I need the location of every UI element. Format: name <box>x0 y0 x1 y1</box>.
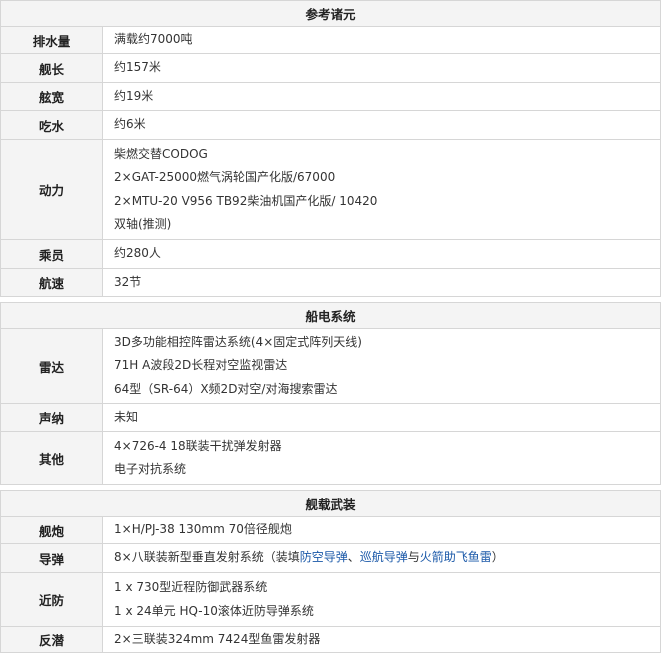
row-value: 约157米 <box>103 54 660 82</box>
value-line: 4×726-4 18联装干扰弹发射器 <box>114 438 282 453</box>
link-air-defense-missile[interactable]: 防空导弹 <box>300 550 348 564</box>
spec-row-length: 舰长 约157米 <box>0 54 661 83</box>
link-rocket-torpedo[interactable]: 火箭助飞鱼雷 <box>420 550 492 564</box>
row-value: 32节 <box>103 269 660 296</box>
row-label: 排水量 <box>1 27 103 53</box>
row-label: 导弹 <box>1 544 103 572</box>
value-line: 2×三联装324mm 7424型鱼雷发射器 <box>114 631 321 646</box>
missile-text-prefix: 8×八联装新型垂直发射系统（装填 <box>114 550 300 565</box>
row-label: 反潜 <box>1 627 103 652</box>
section-title: 参考诸元 <box>0 0 661 27</box>
closing-paren: ） <box>491 550 504 565</box>
separator-text: 、 <box>347 550 360 565</box>
row-label: 舰炮 <box>1 517 103 543</box>
section-title: 船电系统 <box>0 302 661 329</box>
value-line: 约19米 <box>114 88 154 103</box>
row-value: 柴燃交替CODOG 2×GAT-25000燃气涡轮国产化版/67000 2×MT… <box>103 140 660 239</box>
value-line: 8×八联装新型垂直发射系统（装填防空导弹、巡航导弹与火箭助飞鱼雷） <box>114 546 660 570</box>
row-value: 1 x 730型近程防御武器系统 1 x 24单元 HQ-10滚体近防导弹系统 <box>103 573 660 626</box>
row-value: 2×三联装324mm 7424型鱼雷发射器 <box>103 627 660 652</box>
value-line: 满载约7000吨 <box>114 32 193 47</box>
spec-row-speed: 航速 32节 <box>0 269 661 297</box>
value-line: 柴燃交替CODOG <box>114 146 208 161</box>
row-label: 舷宽 <box>1 83 103 110</box>
value-line: 约157米 <box>114 60 161 75</box>
row-value: 约6米 <box>103 111 660 139</box>
value-line: 约280人 <box>114 246 161 261</box>
row-label: 舰长 <box>1 54 103 82</box>
spec-row-ciws: 近防 1 x 730型近程防御武器系统 1 x 24单元 HQ-10滚体近防导弹… <box>0 573 661 627</box>
value-line: 双轴(推测) <box>114 217 172 231</box>
row-value: 约280人 <box>103 240 660 268</box>
row-value: 8×八联装新型垂直发射系统（装填防空导弹、巡航导弹与火箭助飞鱼雷） <box>103 544 660 572</box>
conjunction-text: 与 <box>407 550 420 565</box>
spec-row-missile: 导弹 8×八联装新型垂直发射系统（装填防空导弹、巡航导弹与火箭助飞鱼雷） <box>0 544 661 573</box>
value-line: 71H A波段2D长程对空监视雷达 <box>114 358 288 373</box>
spec-row-draft: 吃水 约6米 <box>0 111 661 140</box>
value-line: 64型（SR-64）X频2D对空/对海搜索雷达 <box>114 381 338 396</box>
value-line: 约6米 <box>114 117 146 132</box>
value-line: 1 x 730型近程防御武器系统 <box>114 580 268 594</box>
row-label: 乘员 <box>1 240 103 268</box>
row-label: 航速 <box>1 269 103 296</box>
section-reference-specs: 参考诸元 排水量 满载约7000吨 舰长 约157米 舷宽 约19米 吃水 约6… <box>0 0 661 297</box>
spec-row-displacement: 排水量 满载约7000吨 <box>0 27 661 54</box>
row-label: 动力 <box>1 140 103 239</box>
row-value: 4×726-4 18联装干扰弹发射器 电子对抗系统 <box>103 432 660 484</box>
spec-table: 参考诸元 排水量 满载约7000吨 舰长 约157米 舷宽 约19米 吃水 约6… <box>0 0 661 653</box>
row-label: 吃水 <box>1 111 103 139</box>
link-cruise-missile[interactable]: 巡航导弹 <box>360 550 408 564</box>
value-line: 3D多功能相控阵雷达系统(4×固定式阵列天线) <box>114 334 362 349</box>
value-line: 电子对抗系统 <box>114 462 187 476</box>
spec-row-propulsion: 动力 柴燃交替CODOG 2×GAT-25000燃气涡轮国产化版/67000 2… <box>0 140 661 240</box>
row-value: 1×H/PJ-38 130mm 70倍径舰炮 <box>103 517 660 543</box>
value-line: 32节 <box>114 274 142 289</box>
value-line: 2×MTU-20 V956 TB92柴油机国产化版/ 10420 <box>114 193 378 208</box>
section-title: 舰载武装 <box>0 490 661 517</box>
spec-row-radar: 雷达 3D多功能相控阵雷达系统(4×固定式阵列天线) 71H A波段2D长程对空… <box>0 329 661 404</box>
spec-row-other: 其他 4×726-4 18联装干扰弹发射器 电子对抗系统 <box>0 432 661 485</box>
row-value: 3D多功能相控阵雷达系统(4×固定式阵列天线) 71H A波段2D长程对空监视雷… <box>103 329 660 403</box>
row-label: 近防 <box>1 573 103 626</box>
spec-row-beam: 舷宽 约19米 <box>0 83 661 111</box>
value-line: 2×GAT-25000燃气涡轮国产化版/67000 <box>114 170 336 184</box>
section-armament: 舰载武装 舰炮 1×H/PJ-38 130mm 70倍径舰炮 导弹 8×八联装新… <box>0 490 661 653</box>
value-line: 1 x 24单元 HQ-10滚体近防导弹系统 <box>114 603 314 618</box>
value-line: 1×H/PJ-38 130mm 70倍径舰炮 <box>114 522 292 537</box>
row-value: 满载约7000吨 <box>103 27 660 53</box>
row-label: 其他 <box>1 432 103 484</box>
row-label: 声纳 <box>1 404 103 431</box>
value-line: 未知 <box>114 409 139 424</box>
spec-row-asw: 反潜 2×三联装324mm 7424型鱼雷发射器 <box>0 627 661 653</box>
spec-row-crew: 乘员 约280人 <box>0 240 661 269</box>
section-electronics: 船电系统 雷达 3D多功能相控阵雷达系统(4×固定式阵列天线) 71H A波段2… <box>0 302 661 485</box>
row-label: 雷达 <box>1 329 103 403</box>
spec-row-sonar: 声纳 未知 <box>0 404 661 432</box>
row-value: 未知 <box>103 404 660 431</box>
row-value: 约19米 <box>103 83 660 110</box>
spec-row-gun: 舰炮 1×H/PJ-38 130mm 70倍径舰炮 <box>0 517 661 544</box>
